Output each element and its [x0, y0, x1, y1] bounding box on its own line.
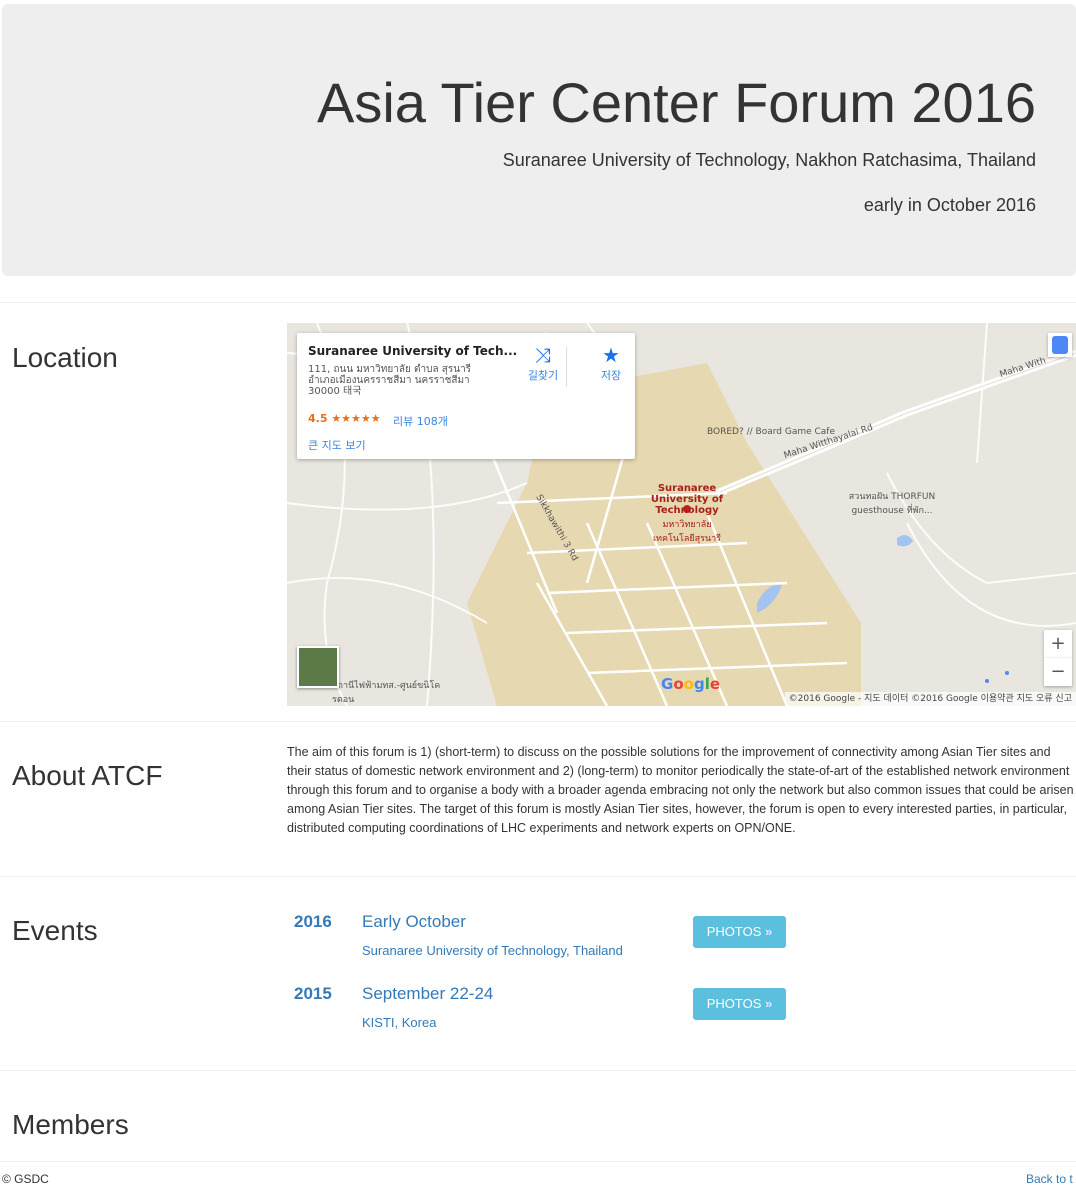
zoom-in-button[interactable]: +	[1044, 630, 1072, 658]
embedded-map[interactable]: BORED? // Board Game Cafe Suranaree Univ…	[287, 323, 1076, 706]
save-label: 저장	[600, 369, 622, 382]
event-year: 2015	[294, 984, 332, 1003]
card-divider	[566, 347, 567, 387]
map-poi-university[interactable]: Suranaree University of Technology	[649, 483, 725, 516]
divider	[0, 1161, 1076, 1162]
google-logo: Google	[661, 675, 721, 693]
map-attribution[interactable]: ©2016 Google - 지도 데이터 ©2016 Google 이용약관 …	[784, 692, 1076, 706]
page-title: Asia Tier Center Forum 2016	[317, 71, 1036, 134]
larger-map-link[interactable]: 큰 지도 보기	[308, 437, 366, 453]
directions-label: 길찾기	[527, 369, 559, 382]
about-heading: About ATCF	[12, 760, 163, 791]
place-rating: 4.5 ★★★★★	[308, 412, 381, 425]
photos-button[interactable]: PHOTOS »	[693, 916, 786, 948]
place-address: 111, ถนน มหาวิทยาลัย ตำบล สุรนารี อำเภอเ…	[308, 364, 472, 397]
star-icon: ★	[602, 343, 620, 367]
satellite-toggle[interactable]	[297, 646, 339, 688]
members-heading: Members	[12, 1109, 129, 1140]
back-to-top-link[interactable]: Back to t	[1026, 1172, 1073, 1186]
map-poi-guesthouse[interactable]: สวนทอฝัน THORFUN guesthouse ที่พัก...	[832, 489, 952, 517]
event-year: 2016	[294, 912, 332, 931]
footer-copyright: © GSDC	[2, 1172, 49, 1186]
map-poi-station[interactable]: สถานีไฟฟ้ามทส.-ศูนย์ขนิโครตอน	[332, 678, 442, 706]
place-name: Suranaree University of Tech...	[308, 344, 518, 358]
about-paragraph: The aim of this forum is 1) (short-term)…	[287, 745, 1074, 835]
photos-button[interactable]: PHOTOS »	[693, 988, 786, 1020]
header-jumbotron: Asia Tier Center Forum 2016 Suranaree Un…	[2, 4, 1076, 276]
divider	[0, 721, 1076, 722]
map-poi-board-game[interactable]: BORED? // Board Game Cafe	[707, 427, 835, 437]
divider	[0, 876, 1076, 877]
directions-button[interactable]: ⤨ 길찾기	[521, 343, 565, 383]
divider	[0, 302, 1076, 303]
event-date: early in October 2016	[863, 195, 1036, 215]
location-heading: Location	[12, 342, 118, 373]
event-location-link[interactable]: Suranaree University of Technology, Thai…	[362, 943, 623, 958]
directions-icon: ⤨	[535, 343, 551, 367]
save-button[interactable]: ★ 저장	[589, 343, 633, 383]
events-heading: Events	[12, 915, 98, 946]
event-title-link[interactable]: Early October	[362, 912, 466, 932]
event-location-link[interactable]: KISTI, Korea	[362, 1015, 436, 1030]
map-info-card: Suranaree University of Tech... 111, ถนน…	[297, 333, 635, 459]
reviews-link[interactable]: 리뷰 108개	[393, 413, 448, 429]
zoom-out-button[interactable]: −	[1044, 658, 1072, 686]
event-title-link[interactable]: September 22-24	[362, 984, 493, 1004]
venue-subtitle: Suranaree University of Technology, Nakh…	[502, 150, 1036, 170]
street-view-pegman-icon[interactable]	[1048, 333, 1072, 357]
map-poi-university-thai: มหาวิทยาลัยเทคโนโลยีสุรนารี	[652, 520, 721, 544]
divider	[0, 1070, 1076, 1071]
